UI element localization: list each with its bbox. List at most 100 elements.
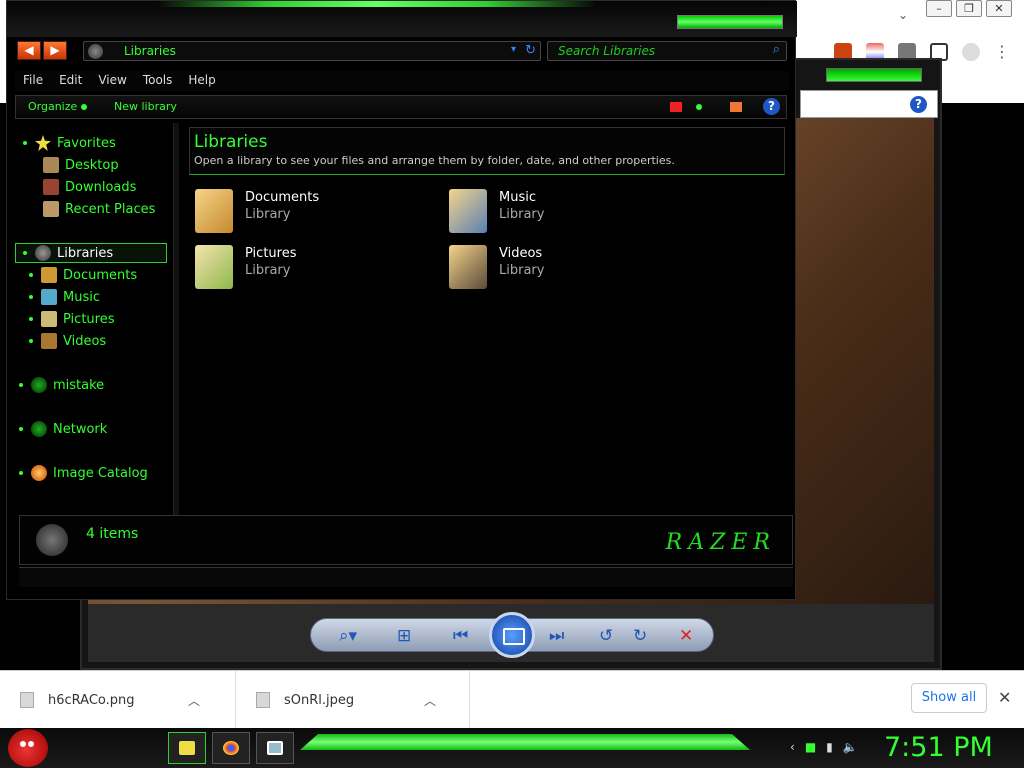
library-name: Documents [245,190,320,205]
explorer-window-controls[interactable] [677,15,783,29]
library-kind: Library [499,207,545,222]
rotate-left-icon[interactable]: ↺ [599,626,613,646]
nav-mistake[interactable]: mistake [19,377,104,393]
library-item-music[interactable]: Music Library [449,189,544,233]
menu-help[interactable]: Help [180,71,223,91]
nav-documents[interactable]: Documents [29,267,137,283]
tab-search-chevron-icon[interactable]: ⌄ [898,8,908,22]
show-hidden-icons[interactable]: ‹ [790,740,795,754]
nav-videos[interactable]: Videos [29,333,106,349]
nav-desktop[interactable]: Desktop [43,157,119,173]
downloads-bar: h6cRACo.png ︿ sOnRl.jpeg ︿ [0,670,1024,729]
volume-icon[interactable]: 🔈 [843,740,858,754]
nav-downloads-label: Downloads [65,179,137,195]
organize-label: Organize [28,100,78,113]
library-header: Libraries Open a library to see your fil… [189,127,785,175]
action-center-icon[interactable]: ■ [805,740,816,754]
nav-libraries[interactable]: Libraries [23,245,113,261]
taskbar-clock[interactable]: 7:51 PM [884,732,993,763]
taskbar-explorer[interactable] [168,732,206,764]
chevron-up-icon[interactable]: ︿ [424,692,436,709]
libraries-icon [35,245,51,261]
address-bar[interactable]: Libraries ▾ ↻ [83,41,541,61]
nav-pictures[interactable]: Pictures [29,311,114,327]
homegroup-icon [31,377,47,393]
library-item-documents[interactable]: Documents Library [195,189,319,233]
nav-music[interactable]: Music [29,289,100,305]
close-downloads-icon[interactable]: ✕ [998,688,1011,707]
show-all-button[interactable]: Show all [911,683,987,713]
restore-icon[interactable]: ❐ [956,0,982,17]
viewer-window-controls[interactable] [826,68,922,82]
nav-network[interactable]: Network [19,421,107,437]
address-text: Libraries [124,44,176,58]
nav-music-label: Music [63,289,100,305]
search-input[interactable]: Search Libraries ⌕ [547,41,787,61]
preview-pane-icon[interactable] [730,102,742,112]
nav-image-catalog[interactable]: Image Catalog [19,465,148,481]
nav-recent-places-label: Recent Places [65,201,156,217]
new-library-button[interactable]: New library [114,100,177,113]
nav-videos-label: Videos [63,333,107,349]
file-icon [20,692,34,708]
more-menu-icon[interactable]: ⋮ [994,42,1010,61]
nav-libraries-label: Libraries [57,245,114,261]
details-pane: 4 items RAZER [19,515,793,565]
menu-file[interactable]: File [15,71,51,91]
forward-icon[interactable]: ▶ [43,41,67,60]
refresh-icon[interactable]: ↻ [525,43,536,58]
expand-bullet-icon [23,251,27,255]
rotate-right-icon[interactable]: ↻ [633,626,647,646]
next-icon[interactable]: ⏭ [549,626,564,646]
library-item-pictures[interactable]: Pictures Library [195,245,296,289]
search-icon[interactable]: ⌕ [773,42,780,57]
delete-icon[interactable]: ✕ [679,626,693,646]
view-dropdown-icon[interactable] [696,104,702,110]
network-tray-icon[interactable]: ▮ [826,740,833,754]
close-icon[interactable]: ✕ [986,0,1012,17]
help-icon[interactable]: ? [763,98,780,115]
nav-favorites[interactable]: Favorites [23,135,116,151]
libraries-large-icon [36,524,68,556]
address-dropdown-icon[interactable]: ▾ [511,44,516,55]
chevron-up-icon[interactable]: ︿ [188,692,200,709]
viewer-toolbar: ? [800,90,938,118]
organize-button[interactable]: Organize [28,100,88,113]
menu-edit[interactable]: Edit [51,71,90,91]
zoom-icon[interactable]: ⌕▾ [339,626,357,646]
taskbar-chrome[interactable] [212,732,250,764]
music-library-icon [449,189,487,233]
pictures-icon [41,311,57,327]
previous-icon[interactable]: ⏮ [453,626,468,646]
library-item-videos[interactable]: Videos Library [449,245,544,289]
desktop-icon [43,157,59,173]
slideshow-button[interactable] [489,612,535,658]
expand-bullet-icon [29,339,33,343]
search-placeholder: Search Libraries [558,44,656,58]
library-kind: Library [245,263,291,278]
library-name: Music [499,190,536,205]
pane-splitter[interactable] [173,123,179,515]
network-icon [31,421,47,437]
pictures-library-icon [195,245,233,289]
expand-bullet-icon [19,471,23,475]
nav-downloads[interactable]: Downloads [43,179,136,195]
back-icon[interactable]: ◀ [17,41,41,60]
menu-tools[interactable]: Tools [135,71,181,91]
taskbar-photo-viewer[interactable] [256,732,294,764]
help-icon[interactable]: ? [910,96,927,113]
download-item[interactable]: h6cRACo.png ︿ [0,671,236,729]
download-item[interactable]: sOnRl.jpeg ︿ [236,671,470,729]
view-options-icon[interactable] [670,102,682,112]
actual-size-icon[interactable]: ⊞ [397,626,411,646]
start-button[interactable] [8,729,48,767]
nav-buttons: ◀ ▶ [17,41,67,60]
minimize-icon[interactable]: – [926,0,952,17]
profile-avatar-icon[interactable] [962,42,980,61]
nav-mistake-label: mistake [53,377,105,393]
expand-bullet-icon [29,273,33,277]
nav-recent-places[interactable]: Recent Places [43,201,155,217]
menu-view[interactable]: View [90,71,134,91]
expand-bullet-icon [29,295,33,299]
download-filename: h6cRACo.png [48,692,135,708]
